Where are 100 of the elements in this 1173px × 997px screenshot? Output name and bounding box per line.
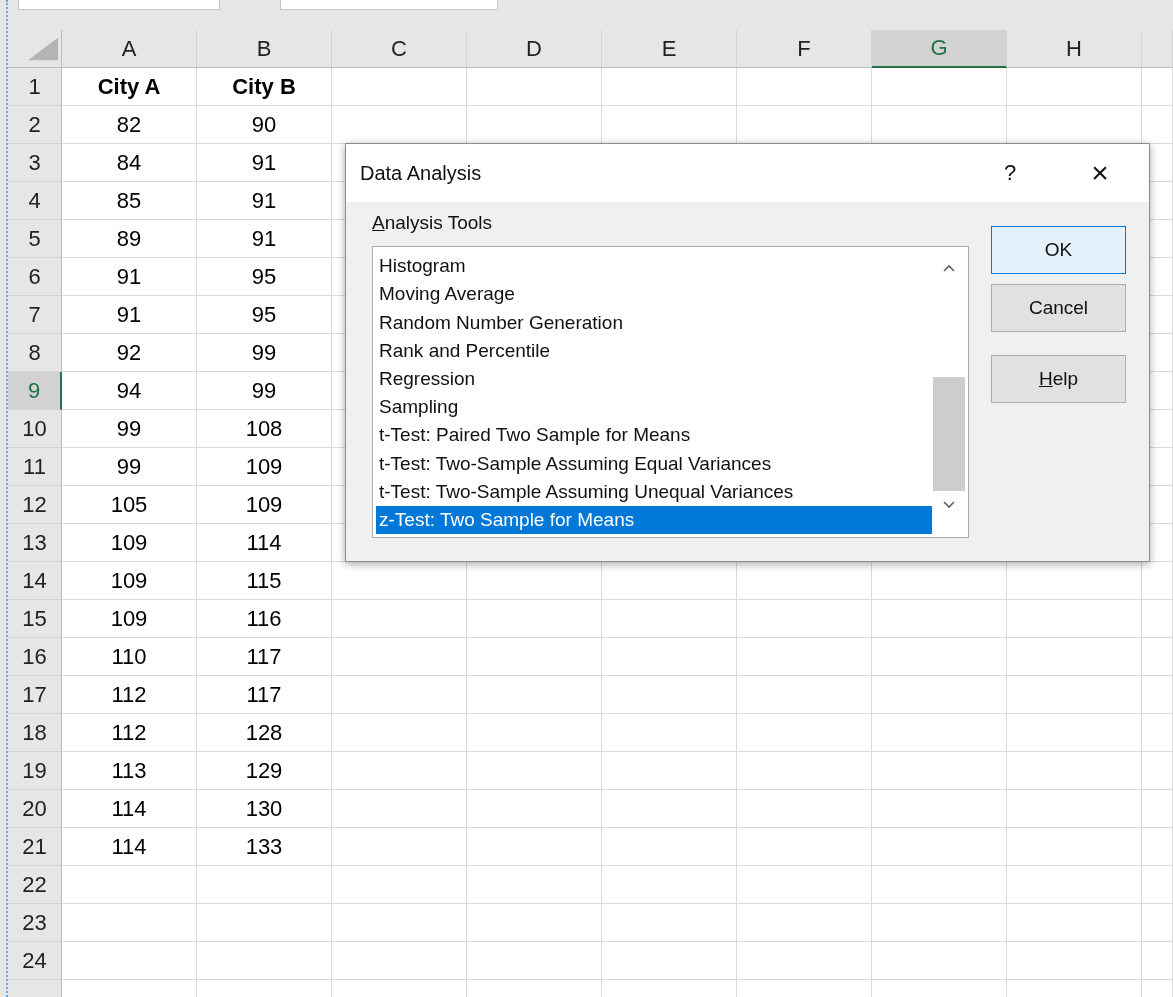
list-item[interactable]: Regression	[376, 364, 932, 393]
table-cell: City B	[197, 68, 332, 106]
table-cell: 94	[62, 372, 197, 410]
column-header[interactable]: E	[602, 30, 737, 68]
table-cell	[1142, 676, 1173, 714]
table-cell: 109	[62, 562, 197, 600]
table-cell: 109	[197, 486, 332, 524]
table-cell: 99	[62, 410, 197, 448]
scroll-down-icon[interactable]	[943, 501, 955, 509]
row-header[interactable]: 1	[8, 68, 62, 106]
list-item[interactable]: Random Number Generation	[376, 308, 932, 337]
table-cell: 91	[197, 144, 332, 182]
row-header[interactable]: 7	[8, 296, 62, 334]
column-header[interactable]: A	[62, 30, 197, 68]
table-cell: 82	[62, 106, 197, 144]
row-header[interactable]: 19	[8, 752, 62, 790]
table-cell: 109	[62, 524, 197, 562]
list-item[interactable]: Moving Average	[376, 280, 932, 309]
select-all-button[interactable]	[8, 30, 62, 68]
column-header[interactable]: C	[332, 30, 467, 68]
column-header[interactable]: D	[467, 30, 602, 68]
row-header[interactable]: 21	[8, 828, 62, 866]
table-cell	[1142, 790, 1173, 828]
row-header[interactable]: 13	[8, 524, 62, 562]
table-cell	[1142, 714, 1173, 752]
formula-field[interactable]	[280, 0, 498, 10]
list-item[interactable]: t-Test: Two-Sample Assuming Unequal Variances	[376, 477, 932, 506]
table-cell: 95	[197, 296, 332, 334]
row-header[interactable]: 23	[8, 904, 62, 942]
table-cell: 114	[62, 828, 197, 866]
table-cell: 112	[62, 676, 197, 714]
column-header[interactable]: F	[737, 30, 872, 68]
table-cell: 109	[62, 600, 197, 638]
table-cell: 105	[62, 486, 197, 524]
column-header[interactable]	[1142, 30, 1173, 68]
row-header[interactable]: 6	[8, 258, 62, 296]
table-cell	[1142, 600, 1173, 638]
scroll-up-icon[interactable]	[943, 264, 955, 272]
row-header[interactable]: 2	[8, 106, 62, 144]
dialog-button[interactable]: OK	[991, 226, 1126, 274]
row-header[interactable]: 18	[8, 714, 62, 752]
table-cell: 91	[62, 296, 197, 334]
table-cell: 91	[197, 220, 332, 258]
table-cell: 112	[62, 714, 197, 752]
row-header[interactable]: 14	[8, 562, 62, 600]
list-item[interactable]: Histogram	[376, 252, 932, 281]
row-header[interactable]: 22	[8, 866, 62, 904]
column-header[interactable]: H	[1007, 30, 1142, 68]
column-header[interactable]: B	[197, 30, 332, 68]
table-cell: 90	[197, 106, 332, 144]
table-cell: 115	[197, 562, 332, 600]
row-header[interactable]: 17	[8, 676, 62, 714]
table-cell: 109	[197, 448, 332, 486]
table-cell: 84	[62, 144, 197, 182]
name-box[interactable]	[18, 0, 220, 10]
list-item[interactable]: t-Test: Paired Two Sample for Means	[376, 421, 932, 450]
list-label: Analysis Tools	[372, 212, 494, 234]
dialog-button[interactable]: Help	[991, 355, 1126, 403]
table-cell: 99	[62, 448, 197, 486]
table-cell: 108	[197, 410, 332, 448]
table-cell	[1142, 752, 1173, 790]
list-item[interactable]: Rank and Percentile	[376, 336, 932, 365]
table-cell: 91	[197, 182, 332, 220]
column-header[interactable]: G	[872, 30, 1007, 68]
row-header[interactable]: 15	[8, 600, 62, 638]
list-item[interactable]: z-Test: Two Sample for Means	[376, 505, 932, 535]
row-header[interactable]: 4	[8, 182, 62, 220]
help-button[interactable]: ?	[965, 151, 1055, 195]
list-item[interactable]: t-Test: Two-Sample Assuming Equal Variances	[376, 449, 932, 478]
scrollbar-thumb[interactable]	[933, 377, 965, 491]
row-header[interactable]: 20	[8, 790, 62, 828]
table-cell: 99	[197, 334, 332, 372]
row-header[interactable]: 5	[8, 220, 62, 258]
row-header[interactable]: 10	[8, 410, 62, 448]
dialog-title: Data Analysis	[360, 161, 483, 185]
table-cell	[1142, 904, 1173, 942]
row-header[interactable]: 24	[8, 942, 62, 980]
row-header[interactable]: 12	[8, 486, 62, 524]
analysis-tools-list[interactable]	[372, 246, 969, 538]
table-cell: 91	[62, 258, 197, 296]
table-cell	[1142, 942, 1173, 980]
row-header[interactable]: 11	[8, 448, 62, 486]
table-cell: 117	[197, 676, 332, 714]
table-cell	[1142, 828, 1173, 866]
table-cell: 113	[62, 752, 197, 790]
list-item[interactable]: Sampling	[376, 393, 932, 422]
dialog-button[interactable]: Cancel	[991, 284, 1126, 332]
table-cell: 133	[197, 828, 332, 866]
table-cell	[1142, 68, 1173, 106]
close-button[interactable]: ×	[1055, 151, 1145, 195]
row-header[interactable]: 3	[8, 144, 62, 182]
table-cell: 117	[197, 638, 332, 676]
table-cell: 110	[62, 638, 197, 676]
row-header[interactable]: 9	[8, 372, 62, 410]
row-header[interactable]: 16	[8, 638, 62, 676]
table-cell: 128	[197, 714, 332, 752]
table-cell: 85	[62, 182, 197, 220]
table-cell: 99	[197, 372, 332, 410]
row-header[interactable]: 8	[8, 334, 62, 372]
table-cell: 114	[62, 790, 197, 828]
